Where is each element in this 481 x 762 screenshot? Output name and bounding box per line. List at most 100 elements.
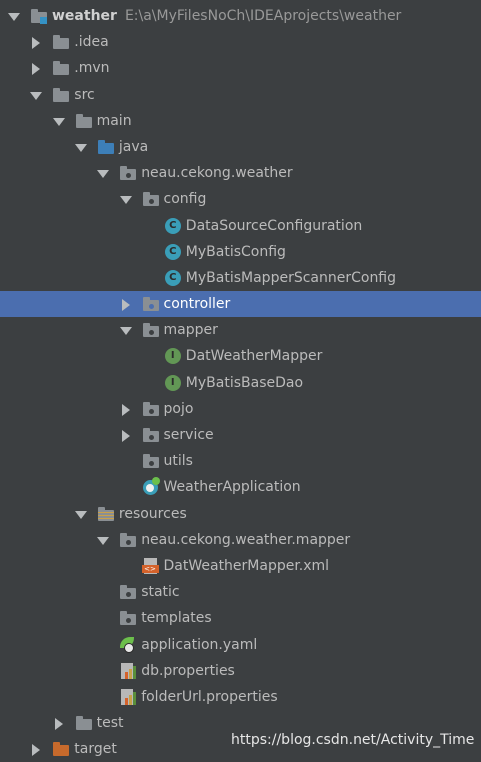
- tree-item-label: service: [163, 427, 214, 443]
- tree-item-idea[interactable]: .idea: [0, 29, 481, 55]
- chevron-right-icon[interactable]: [29, 736, 43, 762]
- module-folder-icon: [30, 8, 48, 24]
- tree-item-label: .mvn: [74, 60, 110, 77]
- yaml-file-icon: [119, 636, 137, 653]
- tree-item-label: java: [118, 138, 149, 155]
- tree-item-weatherapplication[interactable]: WeatherApplication: [0, 474, 481, 500]
- tree-item-label: MyBatisMapperScannerConfig: [185, 269, 397, 286]
- tree-item-label: application.yaml: [141, 636, 258, 653]
- chevron-down-icon[interactable]: [74, 134, 88, 160]
- class-icon: C: [164, 217, 182, 234]
- tree-item-src[interactable]: src: [0, 82, 481, 108]
- tree-item-label: utils: [163, 453, 193, 470]
- tree-item-weather[interactable]: weather E:\a\MyFilesNoCh\IDEAprojects\wea…: [0, 3, 481, 29]
- tree-item-controller[interactable]: controller: [0, 291, 481, 318]
- chevron-down-icon[interactable]: [119, 317, 133, 343]
- tree-item-label: controller: [163, 296, 231, 313]
- tree-item-label: DatWeatherMapper.xml: [163, 557, 330, 574]
- tree-item-application-yaml[interactable]: application.yaml: [0, 632, 481, 658]
- chevron-right-icon[interactable]: [119, 291, 133, 317]
- tree-item-neau-cekong-weather[interactable]: neau.cekong.weather: [0, 160, 481, 186]
- chevron-right-icon[interactable]: [52, 710, 66, 736]
- tree-item-label: neau.cekong.weather: [141, 165, 293, 182]
- tree-item-neau-cekong-weather-mapper[interactable]: neau.cekong.weather.mapper: [0, 527, 481, 553]
- properties-file-icon: [119, 662, 137, 679]
- tree-item-main[interactable]: main: [0, 108, 481, 134]
- package-icon: [142, 401, 160, 417]
- chevron-right-icon[interactable]: [29, 55, 43, 81]
- tree-item-resources[interactable]: resources: [0, 501, 481, 527]
- tree-item-label: DataSourceConfiguration: [185, 217, 363, 234]
- tree-item-pojo[interactable]: pojo: [0, 396, 481, 422]
- tree-item-label: static: [141, 584, 180, 601]
- chevron-down-icon[interactable]: [96, 527, 110, 553]
- package-icon: [119, 584, 137, 600]
- package-icon: [142, 453, 160, 469]
- tree-item-java[interactable]: java: [0, 134, 481, 160]
- tree-item-label: WeatherApplication: [163, 479, 301, 496]
- tree-item-label: src: [74, 86, 95, 103]
- tree-item-label: test: [96, 715, 124, 732]
- tree-item-label: folderUrl.properties: [141, 688, 278, 705]
- package-icon: [142, 296, 160, 312]
- tree-item-label: neau.cekong.weather.mapper: [141, 531, 351, 548]
- chevron-down-icon[interactable]: [74, 501, 88, 527]
- tree-item-label: MyBatisBaseDao: [185, 374, 304, 391]
- excluded-folder-icon: [52, 741, 70, 757]
- project-path: E:\a\MyFilesNoCh\IDEAprojects\weather: [124, 8, 402, 24]
- tree-item-utils[interactable]: utils: [0, 448, 481, 474]
- tree-item-datweathermapper-xml[interactable]: <> DatWeatherMapper.xml: [0, 553, 481, 579]
- package-icon: [142, 427, 160, 443]
- package-icon: [142, 322, 160, 338]
- tree-item-service[interactable]: service: [0, 422, 481, 448]
- chevron-right-icon[interactable]: [29, 29, 43, 55]
- tree-item-label: main: [96, 112, 132, 129]
- folder-icon: [75, 113, 93, 129]
- tree-item-datasourceconfiguration[interactable]: C DataSourceConfiguration: [0, 213, 481, 239]
- tree-item-label: MyBatisConfig: [185, 243, 286, 260]
- tree-item-label: db.properties: [141, 662, 235, 679]
- folder-icon: [52, 34, 70, 50]
- tree-item-mapper[interactable]: mapper: [0, 317, 481, 343]
- folder-icon: [75, 715, 93, 731]
- chevron-right-icon[interactable]: [119, 422, 133, 448]
- chevron-right-icon[interactable]: [119, 396, 133, 422]
- properties-file-icon: [119, 688, 137, 705]
- package-icon: [119, 165, 137, 181]
- tree-item-templates[interactable]: templates: [0, 605, 481, 631]
- tree-item-label: templates: [141, 610, 212, 627]
- chevron-down-icon[interactable]: [96, 160, 110, 186]
- folder-icon: [52, 87, 70, 103]
- chevron-down-icon[interactable]: [52, 108, 66, 134]
- tree-item-mvn[interactable]: .mvn: [0, 55, 481, 81]
- project-tree[interactable]: weather E:\a\MyFilesNoCh\IDEAprojects\wea…: [0, 3, 481, 762]
- package-icon: [119, 532, 137, 548]
- class-icon: C: [164, 269, 182, 286]
- tree-item-label: mapper: [163, 322, 218, 339]
- chevron-down-icon[interactable]: [29, 82, 43, 108]
- watermark: https://blog.csdn.net/Activity_Time: [231, 732, 475, 748]
- tree-item-label: DatWeatherMapper: [185, 348, 323, 365]
- package-icon: [119, 610, 137, 626]
- tree-item-mybatisconfig[interactable]: C MyBatisConfig: [0, 239, 481, 265]
- folder-icon: [52, 60, 70, 76]
- tree-item-label: config: [163, 191, 207, 208]
- tree-item-label: weather: [52, 8, 117, 24]
- tree-item-config[interactable]: config: [0, 186, 481, 212]
- tree-item-static[interactable]: static: [0, 579, 481, 605]
- tree-item-mybatismapperscannerconfig[interactable]: C MyBatisMapperScannerConfig: [0, 265, 481, 291]
- tree-item-label: target: [74, 741, 117, 758]
- interface-icon: I: [164, 374, 182, 391]
- chevron-down-icon[interactable]: [119, 186, 133, 212]
- tree-item-label: .idea: [74, 34, 109, 51]
- tree-item-datweathermapper[interactable]: I DatWeatherMapper: [0, 343, 481, 369]
- spring-boot-app-icon: [142, 477, 160, 496]
- class-icon: C: [164, 243, 182, 260]
- tree-item-folderurl-properties[interactable]: folderUrl.properties: [0, 684, 481, 710]
- tree-item-db-properties[interactable]: db.properties: [0, 658, 481, 684]
- chevron-down-icon[interactable]: [7, 3, 21, 29]
- resources-folder-icon: [97, 506, 115, 522]
- tree-item-mybatisbasedao[interactable]: I MyBatisBaseDao: [0, 370, 481, 396]
- xml-file-icon: <>: [141, 557, 160, 574]
- interface-icon: I: [164, 348, 182, 365]
